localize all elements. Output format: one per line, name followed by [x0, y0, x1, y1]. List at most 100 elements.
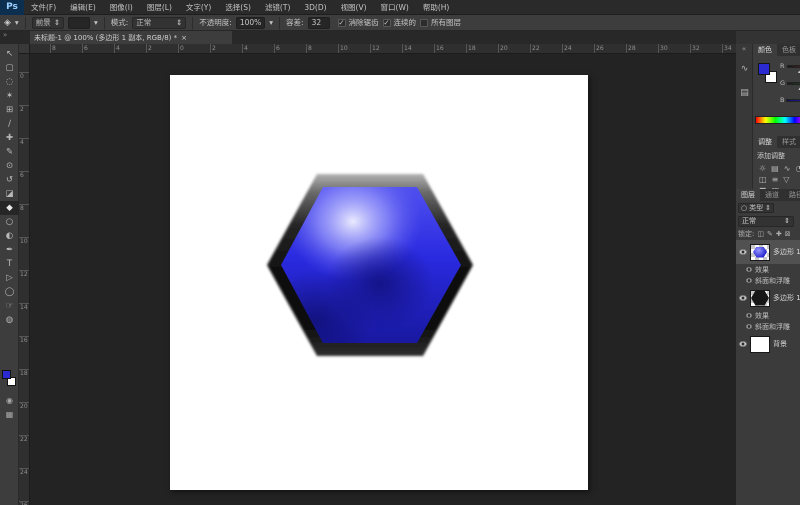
slider-track[interactable]: ▴: [787, 82, 800, 85]
zoom-tool[interactable]: ◍: [0, 313, 19, 327]
eraser-tool[interactable]: ◪: [0, 187, 19, 201]
pattern-arrow-icon[interactable]: ▾: [94, 18, 98, 27]
clone-stamp-tool[interactable]: ⊙: [0, 159, 19, 173]
tab-样式[interactable]: 样式: [777, 136, 800, 148]
menu-item[interactable]: 窗口(W): [374, 0, 416, 15]
color-slider-r[interactable]: R▴: [780, 61, 800, 71]
slider-track[interactable]: ▴: [787, 65, 800, 68]
tab-close-icon[interactable]: ×: [181, 34, 187, 42]
menu-item[interactable]: 图层(L): [140, 0, 179, 15]
menu-item[interactable]: 文件(F): [24, 0, 63, 15]
path-selection-tool[interactable]: ▷: [0, 271, 19, 285]
pattern-swatch[interactable]: [68, 17, 90, 29]
lock-transparency-icon[interactable]: ◫: [757, 230, 764, 238]
history-brush-tool[interactable]: ↺: [0, 173, 19, 187]
tab-路径[interactable]: 路径: [784, 189, 800, 201]
brightness-adjustment-icon[interactable]: ☼: [759, 164, 766, 173]
lock-pixels-icon[interactable]: ✎: [767, 230, 773, 238]
lock-all-icon[interactable]: ⊠: [785, 230, 791, 238]
layer-name[interactable]: 背景: [773, 339, 787, 349]
levels-adjustment-icon[interactable]: ▤: [771, 164, 779, 173]
layer-effect-row[interactable]: 效果: [736, 264, 800, 275]
pen-tool[interactable]: ✒: [0, 243, 19, 257]
dodge-tool[interactable]: ◐: [0, 229, 19, 243]
document-tab[interactable]: 未标题-1 @ 100% (多边形 1 副本, RGB/8) * ×: [30, 31, 232, 44]
visibility-eye-icon[interactable]: [739, 249, 747, 255]
layer-filter-kind-dropdown[interactable]: ○ 类型 ⇕: [738, 203, 774, 213]
panel-foreground-swatch[interactable]: [758, 63, 770, 75]
vibrance-adjustment-icon[interactable]: ◫: [759, 175, 767, 184]
tab-调整[interactable]: 调整: [753, 136, 777, 148]
quick-mask-button[interactable]: ◉: [0, 394, 19, 406]
layer-effect-row[interactable]: 斜面和浮雕: [736, 321, 800, 332]
layer-row[interactable]: 多边形 1 副本: [736, 240, 800, 264]
vertical-ruler[interactable]: 02468101214161820222426: [19, 54, 30, 505]
layer-row[interactable]: 背景: [736, 332, 800, 356]
checkbox[interactable]: ✓: [338, 19, 346, 27]
pasteboard[interactable]: [30, 54, 736, 505]
magic-wand-tool[interactable]: ✶: [0, 89, 19, 103]
hand-tool[interactable]: ☞: [0, 299, 19, 313]
lasso-tool[interactable]: ◌: [0, 75, 19, 89]
curves-adjustment-icon[interactable]: ∿: [784, 164, 791, 173]
color-slider-g[interactable]: G▴: [780, 78, 800, 88]
tab-颜色[interactable]: 颜色: [753, 44, 777, 56]
tab-图层[interactable]: 图层: [736, 189, 760, 201]
tab-色板[interactable]: 色板: [777, 44, 800, 56]
toolbar-collapse-icon[interactable]: »: [3, 31, 7, 39]
shape-tool[interactable]: ◯: [0, 285, 19, 299]
color-balance-adjustment-icon[interactable]: ≡: [772, 175, 779, 184]
color-slider-b[interactable]: B▴: [780, 95, 800, 105]
menu-item[interactable]: 文字(Y): [179, 0, 218, 15]
foreground-color-swatch[interactable]: [2, 370, 11, 379]
mode-dropdown[interactable]: 正常 ⇕: [132, 17, 186, 29]
exposure-adjustment-icon[interactable]: ◔: [795, 164, 800, 173]
layer-row[interactable]: 多边形 1: [736, 286, 800, 310]
dock-collapse-icon[interactable]: «: [736, 44, 752, 53]
bw-adjustment-icon[interactable]: ▽: [783, 175, 789, 184]
move-tool[interactable]: ↖: [0, 47, 19, 61]
menu-item[interactable]: 选择(S): [218, 0, 258, 15]
history-panel-icon[interactable]: ∿: [736, 61, 753, 77]
crop-tool[interactable]: ⊞: [0, 103, 19, 117]
menu-item[interactable]: 滤镜(T): [258, 0, 297, 15]
menu-item[interactable]: 视图(V): [334, 0, 374, 15]
layer-name[interactable]: 多边形 1: [773, 293, 800, 303]
fill-source-dropdown[interactable]: 前景 ⇕: [32, 17, 64, 29]
menu-item[interactable]: 帮助(H): [416, 0, 457, 15]
healing-brush-tool[interactable]: ✚: [0, 131, 19, 145]
layer-thumbnail[interactable]: [750, 336, 770, 353]
layer-effect-row[interactable]: 斜面和浮雕: [736, 275, 800, 286]
properties-panel-icon[interactable]: ▤: [736, 85, 753, 101]
layer-thumbnail[interactable]: [750, 290, 770, 307]
color-spectrum-ramp[interactable]: [755, 116, 800, 124]
visibility-eye-icon[interactable]: [746, 324, 752, 329]
menu-item[interactable]: 图像(I): [103, 0, 140, 15]
menu-item[interactable]: 3D(D): [297, 0, 333, 15]
type-tool[interactable]: T: [0, 257, 19, 271]
tab-通道[interactable]: 通道: [760, 189, 784, 201]
visibility-eye-icon[interactable]: [746, 278, 752, 283]
visibility-eye-icon[interactable]: [746, 267, 752, 272]
tolerance-input[interactable]: 32: [308, 17, 330, 29]
visibility-eye-icon[interactable]: [746, 313, 752, 318]
brush-tool[interactable]: ✎: [0, 145, 19, 159]
marquee-tool[interactable]: ▢: [0, 61, 19, 75]
horizontal-ruler[interactable]: 8642024681012141618202224262830323436: [30, 44, 736, 54]
checkbox[interactable]: ✓: [383, 19, 391, 27]
visibility-eye-icon[interactable]: [739, 295, 747, 301]
slider-track[interactable]: ▴: [786, 99, 800, 102]
checkbox[interactable]: [420, 19, 428, 27]
blur-tool[interactable]: ○: [0, 215, 19, 229]
visibility-eye-icon[interactable]: [739, 341, 747, 347]
canvas[interactable]: [170, 75, 588, 490]
blend-mode-dropdown[interactable]: 正常 ⇕: [738, 216, 794, 227]
layer-effect-row[interactable]: 效果: [736, 310, 800, 321]
layer-name[interactable]: 多边形 1 副本: [773, 247, 800, 257]
lock-position-icon[interactable]: ✚: [776, 230, 782, 238]
screen-mode-button[interactable]: ▦: [0, 408, 19, 420]
ruler-origin-box[interactable]: [19, 44, 30, 54]
tool-preset-arrow-icon[interactable]: ▾: [15, 18, 19, 27]
opacity-input[interactable]: 100%: [236, 17, 265, 29]
layer-thumbnail[interactable]: [750, 244, 770, 261]
